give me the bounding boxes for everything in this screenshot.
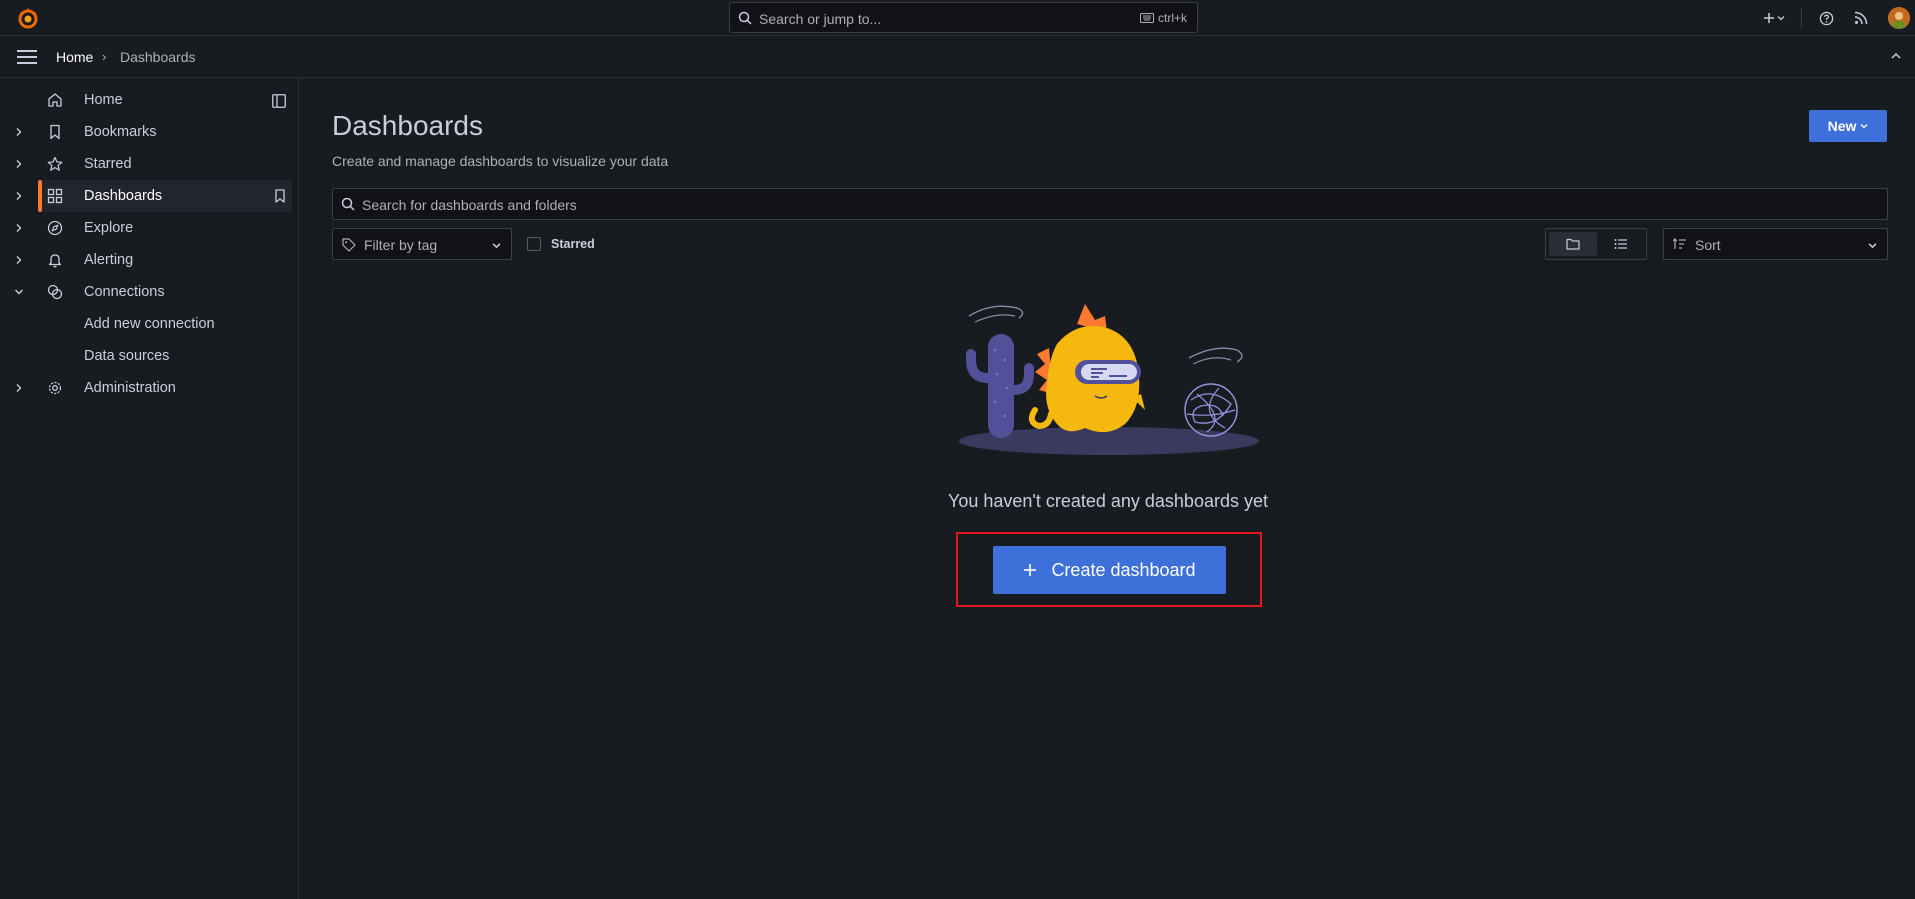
sidebar-item-connections[interactable]: Connections	[0, 276, 292, 308]
sort-placeholder: Sort	[1695, 237, 1721, 253]
menu-toggle-icon[interactable]	[17, 49, 37, 65]
filter-by-tag-select[interactable]: Filter by tag	[332, 228, 512, 260]
sidebar-item-add-new-connection[interactable]: Add new connection	[84, 316, 215, 332]
folder-view-button[interactable]	[1549, 232, 1597, 256]
breadcrumb-bar: Home › Dashboards	[0, 36, 1915, 78]
sidebar-item-data-sources[interactable]: Data sources	[84, 348, 169, 364]
sidebar-item-bookmarks[interactable]: Bookmarks	[0, 116, 292, 148]
main-content: Dashboards Create and manage dashboards …	[299, 78, 1915, 899]
chevron-right-icon[interactable]	[14, 127, 24, 137]
top-right-actions	[1757, 0, 1915, 36]
star-icon	[47, 156, 63, 172]
sidebar-item-administration[interactable]: Administration	[0, 372, 292, 404]
chevron-right-icon[interactable]	[14, 383, 24, 393]
chevron-right-icon[interactable]	[14, 255, 24, 265]
search-icon	[738, 11, 752, 25]
sidebar-item-label: Home	[84, 92, 123, 108]
breadcrumb-separator: ›	[102, 49, 107, 64]
view-mode-toggle	[1545, 228, 1647, 260]
news-button[interactable]	[1844, 4, 1878, 32]
toolbar-divider	[1801, 8, 1802, 28]
user-avatar[interactable]	[1888, 7, 1910, 29]
page-title: Dashboards	[332, 110, 483, 141]
bookmark-icon	[47, 124, 63, 140]
empty-state-illustration	[957, 298, 1267, 458]
chevron-right-icon[interactable]	[14, 191, 24, 201]
sidebar-item-label: Bookmarks	[84, 124, 157, 140]
sidebar-item-label: Dashboards	[84, 188, 163, 204]
sidebar-item-starred[interactable]: Starred	[0, 148, 292, 180]
sidebar-item-explore[interactable]: Explore	[0, 212, 292, 244]
shortcut-text: ctrl+k	[1157, 11, 1187, 25]
filter-by-tag-placeholder: Filter by tag	[364, 237, 438, 253]
sidebar-item-dashboards[interactable]: Dashboards	[38, 180, 292, 212]
plus-icon	[1764, 13, 1774, 23]
bookmark-toggle-icon[interactable]	[274, 189, 286, 203]
chevron-down-icon[interactable]	[14, 287, 24, 297]
sidebar-item-alerting[interactable]: Alerting	[0, 244, 292, 276]
bell-icon	[47, 252, 63, 268]
global-search-placeholder: Search or jump to...	[759, 11, 882, 27]
create-dashboard-button[interactable]: Create dashboard	[993, 546, 1226, 594]
help-button[interactable]	[1812, 4, 1840, 32]
sidebar-item-home[interactable]: Home	[0, 84, 292, 116]
breadcrumb-home[interactable]: Home	[56, 49, 93, 65]
gear-icon	[47, 380, 63, 396]
grafana-logo-icon[interactable]	[16, 6, 40, 30]
chevron-down-icon	[1860, 124, 1868, 129]
dashboards-icon	[47, 188, 63, 204]
list-view-button[interactable]	[1597, 232, 1645, 256]
sort-select[interactable]: Sort	[1663, 228, 1888, 260]
rss-icon	[1854, 11, 1868, 25]
compass-icon	[47, 220, 63, 236]
search-icon	[341, 197, 355, 211]
folder-icon	[1566, 238, 1580, 250]
add-new-button[interactable]	[1757, 4, 1791, 32]
new-button-label: New	[1827, 118, 1857, 134]
keyboard-shortcut: ctrl+k	[1139, 11, 1187, 25]
tag-icon	[342, 238, 356, 252]
chevron-right-icon[interactable]	[14, 159, 24, 169]
top-bar: Search or jump to... ctrl+k	[0, 0, 1915, 36]
breadcrumb-current: Dashboards	[120, 49, 196, 65]
help-icon	[1819, 11, 1833, 25]
chevron-right-icon[interactable]	[14, 223, 24, 233]
connections-icon	[47, 284, 63, 300]
sidebar-item-label: Explore	[84, 220, 134, 236]
dashboard-search-input[interactable]: Search for dashboards and folders	[332, 188, 1888, 220]
chevron-down-icon	[492, 241, 501, 250]
keyboard-icon	[1139, 13, 1154, 23]
plus-icon	[1024, 564, 1037, 576]
chevron-up-icon[interactable]	[1890, 50, 1902, 62]
starred-checkbox-label[interactable]: Starred	[551, 237, 595, 251]
active-indicator	[38, 180, 42, 212]
dashboard-search-placeholder: Search for dashboards and folders	[362, 197, 577, 213]
sidebar-item-label: Starred	[84, 156, 132, 172]
empty-state-message: You haven't created any dashboards yet	[947, 491, 1268, 511]
list-icon	[1614, 239, 1627, 249]
chevron-down-icon	[1868, 241, 1877, 250]
sidebar: Home Bookmarks Starred Dashboards Explor…	[0, 78, 299, 899]
starred-checkbox[interactable]	[527, 237, 541, 251]
create-dashboard-label: Create dashboard	[1051, 559, 1196, 580]
sidebar-item-label: Connections	[84, 284, 165, 300]
sidebar-item-label: Alerting	[84, 252, 134, 268]
sort-icon	[1673, 238, 1687, 250]
global-search-input[interactable]: Search or jump to... ctrl+k	[729, 2, 1198, 33]
new-button[interactable]: New	[1809, 110, 1887, 142]
page-subtitle: Create and manage dashboards to visualiz…	[332, 153, 669, 169]
chevron-down-icon	[1777, 16, 1785, 21]
sidebar-item-label: Administration	[84, 380, 176, 396]
home-icon	[47, 92, 63, 108]
